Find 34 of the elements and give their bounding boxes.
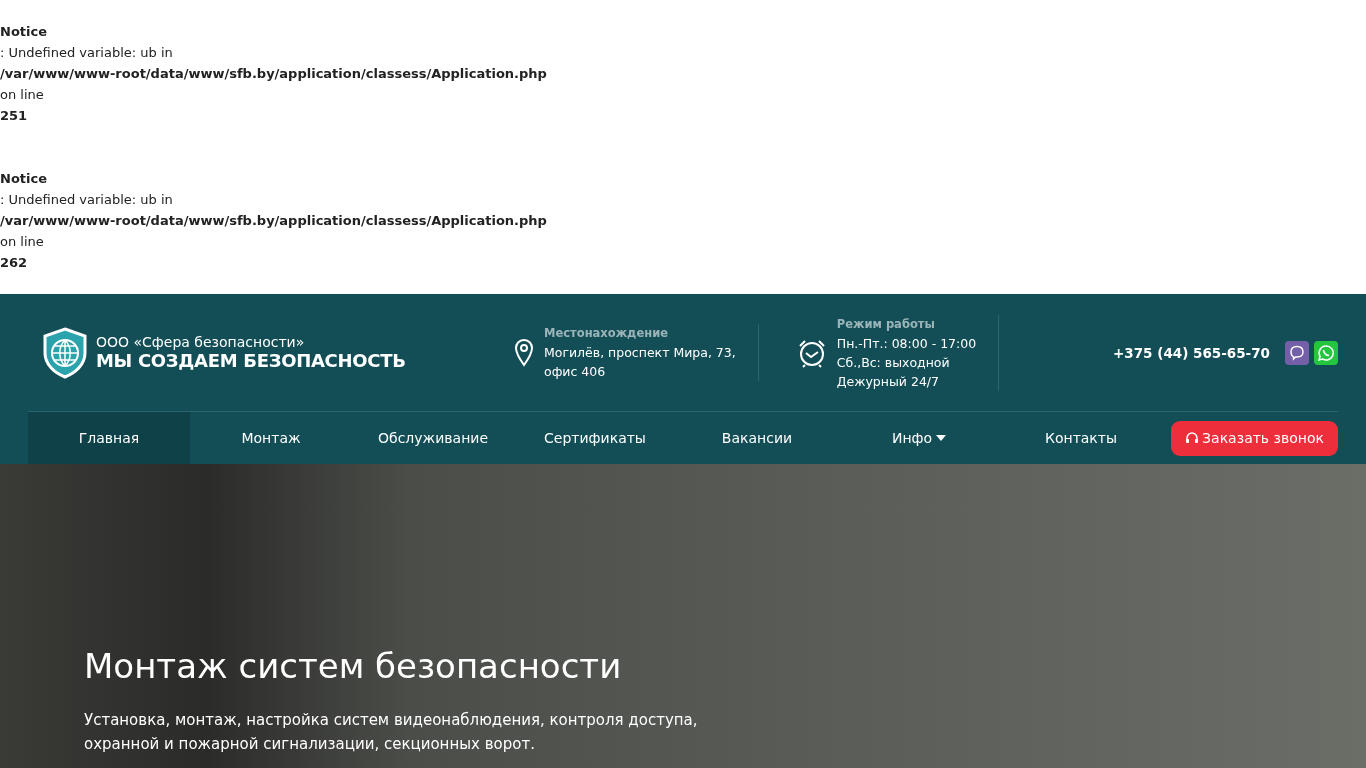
notice-title: Notice	[0, 23, 47, 41]
notice-message: : Undefined variable: ub in	[0, 44, 173, 62]
nav-link[interactable]: Контакты	[1000, 412, 1162, 464]
shield-globe-icon	[42, 326, 88, 379]
notice-message: : Undefined variable: ub in	[0, 191, 173, 209]
phone-number[interactable]: +375 (44) 565-65-70	[1113, 344, 1270, 361]
order-call-button[interactable]: Заказать звонок	[1171, 420, 1338, 456]
headset-icon	[1185, 431, 1200, 445]
file-path: /var/www/www-root/data/www/sfb.by/application/classess/Application.php	[0, 65, 547, 83]
hero-title: Монтаж систем безопасности	[84, 646, 623, 686]
nav-link[interactable]: Вакансии	[676, 412, 838, 464]
hours-text: Сб.,Вс: выходной	[836, 353, 951, 372]
hours-text: Дежурный 24/7	[836, 372, 940, 391]
line-label: on line	[0, 86, 44, 104]
location-label: Местонахождение	[544, 325, 669, 342]
line-label: on line	[0, 233, 44, 251]
slogan: МЫ СОЗДАЕМ БЕЗОПАСНОСТЬ	[96, 350, 406, 371]
line-number: 262	[0, 254, 28, 272]
notice-title: Notice	[0, 170, 47, 188]
nav-link[interactable]: Главная	[28, 412, 190, 464]
file-path: /var/www/www-root/data/www/sfb.by/application/classess/Application.php	[0, 212, 547, 230]
nav-link[interactable]: Сертификаты	[514, 412, 676, 464]
location-pin-icon	[514, 337, 534, 368]
address-text: Могилёв, проспект Мира, 73,	[544, 344, 736, 362]
line-number: 251	[0, 107, 28, 125]
company-name: ООО «Сфера безопасности»	[96, 334, 306, 350]
nav-link[interactable]: Монтаж	[190, 412, 352, 464]
hero-text: Установка, монтаж, настройка систем видеонаблюдения, контроля доступа, охранной и пожарной сигнализации, секционных ворот.	[84, 710, 699, 755]
hours-label: Режим работы	[836, 315, 936, 333]
nav-link[interactable]: Инфо	[838, 412, 1000, 464]
hours-text: Пн.-Пт.: 08:00 - 17:00	[836, 334, 977, 353]
nav-link[interactable]: Обслуживание	[352, 412, 514, 464]
caret-icon	[936, 435, 947, 441]
address-text: офис 406	[544, 363, 607, 381]
